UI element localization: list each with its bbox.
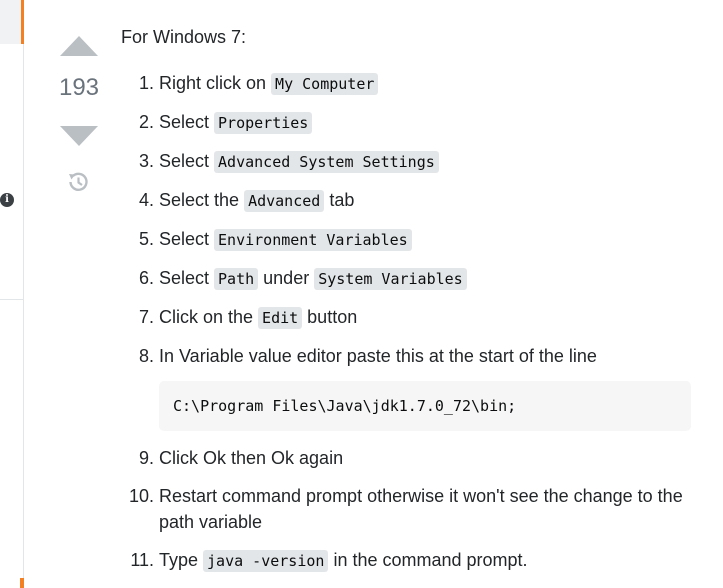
inline-code: My Computer xyxy=(271,73,379,95)
step-text: in the command prompt. xyxy=(328,550,528,570)
steps-list: Right click on My Computer Select Proper… xyxy=(121,70,691,574)
step-text: Click on the xyxy=(159,307,259,327)
inline-code: Advanced xyxy=(244,190,325,212)
step-text: button xyxy=(302,307,358,327)
inline-code: Path xyxy=(214,268,259,290)
list-item: Select Environment Variables xyxy=(159,226,691,253)
code-block[interactable]: C:\Program Files\Java\jdk1.7.0_72\bin; xyxy=(159,381,691,431)
answer-body: For Windows 7: Right click on My Compute… xyxy=(121,24,691,586)
list-item: Restart command prompt otherwise it won'… xyxy=(159,483,691,535)
list-item: Click on the Edit button xyxy=(159,304,691,331)
step-text: tab xyxy=(324,190,355,210)
sidebar-highlight-bar xyxy=(20,578,24,588)
step-text: Select xyxy=(159,151,215,171)
list-item: Select Advanced System Settings xyxy=(159,148,691,175)
vote-count: 193 xyxy=(58,74,100,101)
list-item: Click Ok then Ok again xyxy=(159,445,691,471)
list-item: In Variable value editor paste this at t… xyxy=(159,343,691,431)
inline-code: java -version xyxy=(203,550,329,572)
downvote-arrow-icon[interactable] xyxy=(58,123,100,149)
step-text: Select the xyxy=(159,190,245,210)
step-text: under xyxy=(258,268,315,288)
inline-code: Edit xyxy=(258,307,303,329)
sidebar-divider xyxy=(0,299,24,300)
list-item: Select Properties xyxy=(159,109,691,136)
inline-code: System Variables xyxy=(314,268,467,290)
info-icon[interactable]: i xyxy=(0,193,14,207)
history-icon[interactable] xyxy=(64,168,92,196)
list-item: Type java -version in the command prompt… xyxy=(159,547,691,574)
step-text: In Variable value editor paste this at t… xyxy=(159,346,597,366)
step-text: Click Ok then Ok again xyxy=(159,448,344,468)
inline-code: Properties xyxy=(214,112,313,134)
step-text: Restart command prompt otherwise it won'… xyxy=(159,486,683,532)
list-item: Select Path under System Variables xyxy=(159,265,691,292)
step-text: Select xyxy=(159,112,215,132)
step-text: Right click on xyxy=(159,73,272,93)
sidebar-active-item[interactable] xyxy=(0,0,24,44)
inline-code: Environment Variables xyxy=(214,229,412,251)
step-text: Type xyxy=(159,550,204,570)
list-item: Select the Advanced tab xyxy=(159,187,691,214)
step-text: Select xyxy=(159,229,215,249)
answer-intro: For Windows 7: xyxy=(121,27,247,47)
upvote-arrow-icon[interactable] xyxy=(58,33,100,59)
inline-code: Advanced System Settings xyxy=(214,151,439,173)
list-item: Right click on My Computer xyxy=(159,70,691,97)
step-text: Select xyxy=(159,268,215,288)
left-sidebar: i xyxy=(0,0,24,588)
